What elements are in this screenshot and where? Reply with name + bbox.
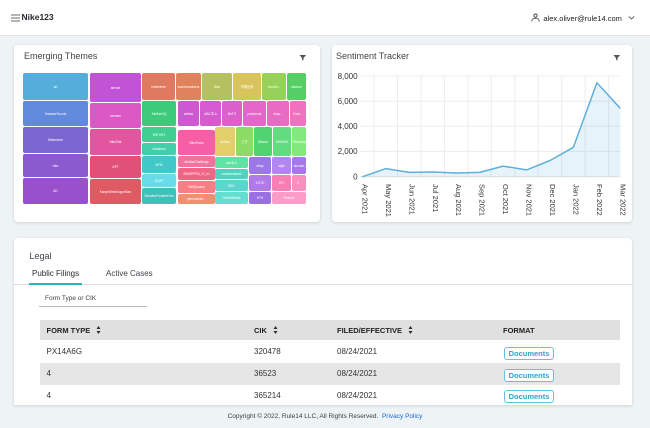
svg-text:Jun 2021: Jun 2021 [407, 184, 416, 215]
svg-text:2,000: 2,000 [338, 147, 359, 156]
svg-text:Aug 2021: Aug 2021 [454, 184, 463, 216]
svg-text:May 2021: May 2021 [384, 184, 393, 217]
svg-text:Oct 2021: Oct 2021 [501, 184, 510, 214]
svg-text:Mar 2022: Mar 2022 [618, 184, 627, 216]
svg-text:8,000: 8,000 [338, 72, 359, 81]
svg-text:Feb 2022: Feb 2022 [595, 184, 604, 216]
svg-text:Nov 2021: Nov 2021 [525, 184, 534, 216]
svg-text:Dec 2021: Dec 2021 [548, 184, 557, 216]
svg-text:Jul 2021: Jul 2021 [431, 184, 440, 212]
svg-text:Sep 2021: Sep 2021 [478, 184, 487, 216]
svg-text:Apr 2021: Apr 2021 [360, 184, 369, 214]
svg-text:0: 0 [353, 173, 358, 182]
svg-text:6,000: 6,000 [338, 97, 359, 106]
svg-text:4,000: 4,000 [338, 122, 359, 131]
svg-text:Jan 2022: Jan 2022 [571, 184, 580, 215]
